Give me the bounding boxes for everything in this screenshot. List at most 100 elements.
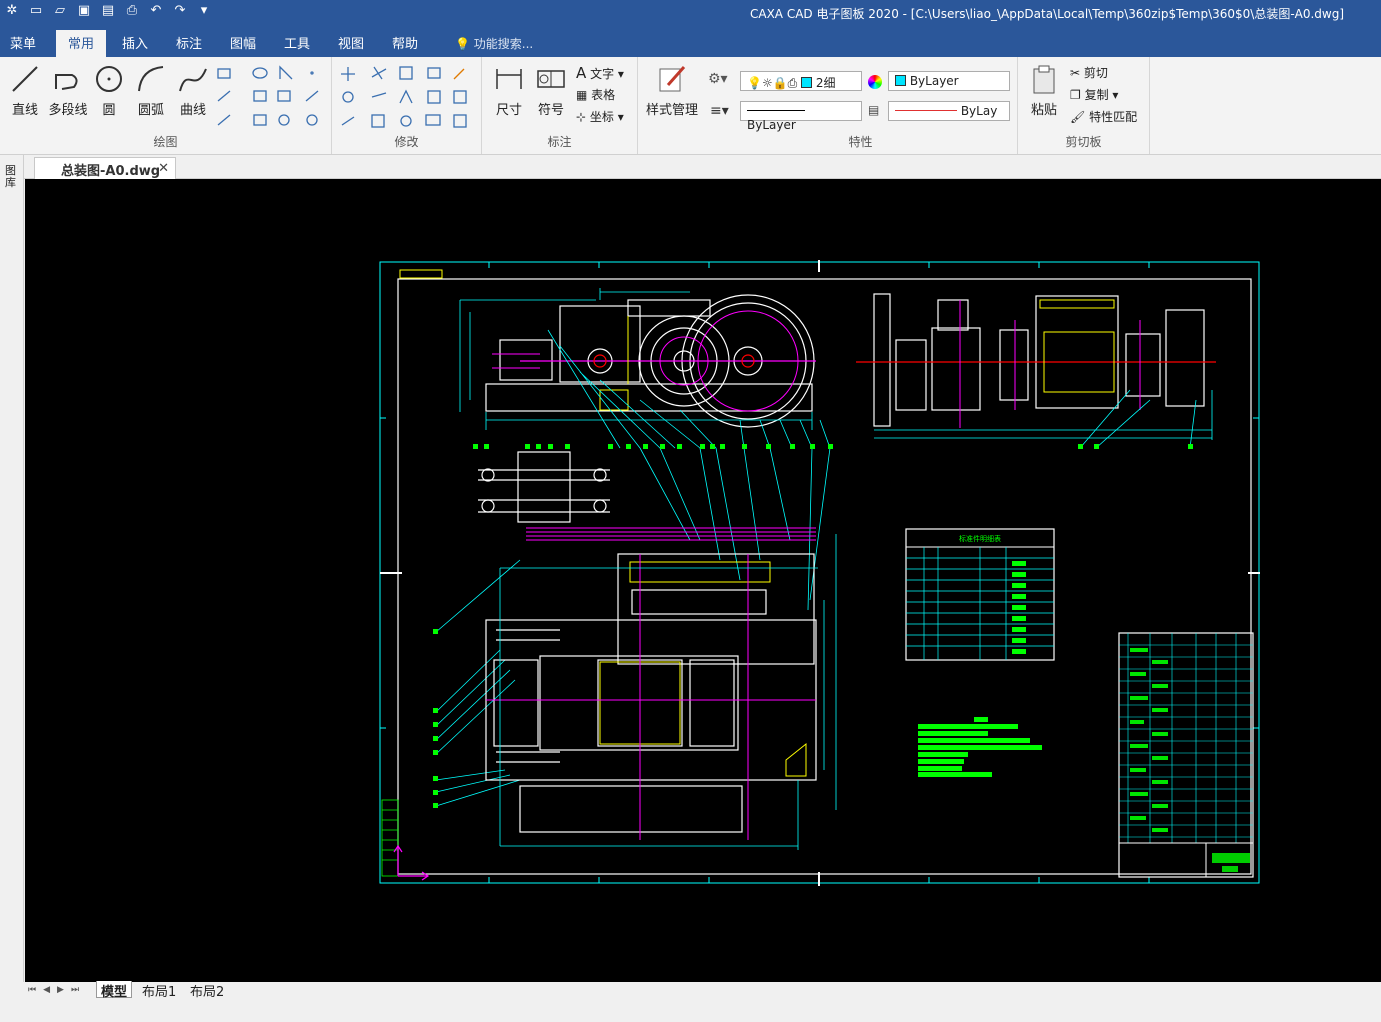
tab-tools[interactable]: 工具 xyxy=(284,33,310,52)
draw-group-label: 绘图 xyxy=(153,135,178,149)
cut-button[interactable]: ✂ 剪切 xyxy=(1070,64,1108,81)
scissors-icon: ✂ xyxy=(1070,66,1081,80)
linetype-select[interactable]: ByLayer xyxy=(740,101,862,132)
dimension-icon xyxy=(496,69,522,89)
text-button[interactable]: A 文字 ▾ xyxy=(576,64,624,82)
curve-label: 曲线 xyxy=(179,103,206,118)
tab-insert[interactable]: 插入 xyxy=(122,33,148,52)
plan-view-dimensions xyxy=(499,534,837,850)
symbol-label: 符号 xyxy=(537,103,564,118)
modify-tools-grid[interactable] xyxy=(338,63,478,131)
polyline-label: 多段线 xyxy=(48,103,88,118)
curve-button[interactable]: 曲线 xyxy=(176,63,210,118)
match-properties-button[interactable]: 🖌 特性匹配 xyxy=(1070,108,1137,125)
line-button[interactable]: 直线 xyxy=(8,63,42,118)
linetype-value: ByLayer xyxy=(747,118,796,132)
coordinate-icon: ⊹ xyxy=(576,110,587,124)
dimension-label: 尺寸 xyxy=(495,103,522,118)
layer-manager-icon[interactable]: ≡▾ xyxy=(710,103,729,119)
table-label: 表格 xyxy=(591,88,616,102)
paste-button[interactable]: 粘贴 xyxy=(1026,63,1062,118)
properties-group-label: 特性 xyxy=(848,135,873,149)
parts-table-title: 标准件明细表 xyxy=(959,534,1001,543)
color-value: ByLayer xyxy=(909,74,959,88)
table-button[interactable]: ▦ 表格 xyxy=(576,86,615,103)
detail-view xyxy=(478,451,610,523)
layer-states-icon[interactable]: ⚙▾ xyxy=(708,71,728,87)
arc-label: 圆弧 xyxy=(137,103,164,118)
ribbon: 直线 多段线 圆 圆弧 曲线 绘图 修改 尺寸 符号 A 文字 ▾ ▦ 表格 ⊹… xyxy=(0,57,1381,155)
lineweight-select[interactable]: ByLay xyxy=(888,101,1010,121)
table-icon: ▦ xyxy=(576,88,588,102)
tab-help[interactable]: 帮助 xyxy=(392,33,418,52)
modify-group-label: 修改 xyxy=(394,135,419,149)
window-title: CAXA CAD 电子图板 2020 - [C:\Users\liao_\App… xyxy=(750,7,1345,21)
copy-button[interactable]: ❐ 复制 ▾ xyxy=(1070,86,1118,103)
quick-access-toolbar: ✲ ▭ ▱ ▣ ▤ ⎙ ↶ ↷ ▾ xyxy=(4,3,212,19)
lightbulb-icon: 💡 xyxy=(455,37,474,51)
style-brush-icon xyxy=(659,66,686,92)
red-line-sample xyxy=(895,110,957,111)
lineweight-value: ByLay xyxy=(960,104,998,118)
tab-sheet[interactable]: 图幅 xyxy=(230,33,256,52)
tab-annotate[interactable]: 标注 xyxy=(176,33,202,52)
menu-bar: 菜单 常用 插入 标注 图幅 工具 视图 帮助 💡 功能搜索... xyxy=(0,26,1381,57)
save-as-icon[interactable]: ▤ xyxy=(100,3,116,19)
document-tab[interactable]: 总装图-A0.dwg ✕ xyxy=(34,157,176,179)
frame-ticks xyxy=(380,262,1259,883)
customize-icon[interactable]: ▾ xyxy=(196,3,212,19)
tab-common[interactable]: 常用 xyxy=(56,30,107,57)
lineweight-icon[interactable]: ▤ xyxy=(868,103,879,117)
new-file-icon[interactable]: ▭ xyxy=(28,3,44,19)
feature-search[interactable]: 💡 功能搜索... xyxy=(455,35,533,52)
layer-color-swatch xyxy=(801,77,813,88)
clipboard-group: 粘贴 ✂ 剪切 ❐ 复制 ▾ 🖌 特性匹配 剪切板 xyxy=(1018,57,1150,154)
text-label: 文字 xyxy=(590,67,615,81)
tab-view[interactable]: 视图 xyxy=(338,33,364,52)
cad-drawing[interactable]: 标准件明细表 xyxy=(25,179,1381,982)
circle-label: 圆 xyxy=(102,103,116,118)
annotate-group: 尺寸 符号 A 文字 ▾ ▦ 表格 ⊹ 坐标 ▾ 标注 xyxy=(482,57,638,154)
redo-icon[interactable]: ↷ xyxy=(172,3,188,19)
modify-group: 修改 xyxy=(332,57,482,154)
cut-label: 剪切 xyxy=(1083,66,1108,80)
tab-layout-1[interactable]: 布局1 xyxy=(138,981,180,1000)
front-view-dimensions xyxy=(459,288,813,430)
copy-icon: ❐ xyxy=(1070,88,1081,102)
copy-label: 复制 xyxy=(1084,88,1109,102)
arc-button[interactable]: 圆弧 xyxy=(134,63,168,118)
color-select[interactable]: ByLayer xyxy=(888,71,1010,91)
symbol-button[interactable]: 符号 xyxy=(534,63,568,118)
layer-status-icons: 💡☼🔒⎙ xyxy=(747,76,798,90)
polyline-button[interactable]: 多段线 xyxy=(46,63,90,118)
close-tab-icon[interactable]: ✕ xyxy=(158,161,169,176)
sheet-code-box xyxy=(399,269,443,279)
circle-button[interactable]: 圆 xyxy=(92,63,126,118)
arc-icon xyxy=(138,66,164,92)
tab-layout-2[interactable]: 布局2 xyxy=(186,981,228,1000)
save-icon[interactable]: ▣ xyxy=(76,3,92,19)
draw-group: 直线 多段线 圆 圆弧 曲线 绘图 xyxy=(0,57,332,154)
dimension-button[interactable]: 尺寸 xyxy=(492,63,526,118)
open-folder-icon[interactable]: ▱ xyxy=(52,3,68,19)
side-view xyxy=(856,293,1216,427)
app-logo-icon[interactable]: ✲ xyxy=(4,3,20,19)
coordinate-button[interactable]: ⊹ 坐标 ▾ xyxy=(576,108,624,125)
drawing-canvas[interactable]: 标准件明细表 xyxy=(25,179,1381,982)
draw-tools-grid[interactable] xyxy=(214,63,326,131)
document-tab-label: 总装图-A0.dwg xyxy=(61,164,161,179)
menu-main[interactable]: 菜单 xyxy=(10,33,36,52)
layout-nav-arrows[interactable]: ⏮◀▶⏭ xyxy=(28,985,86,995)
tab-model[interactable]: 模型 xyxy=(96,981,133,1000)
text-icon: A xyxy=(576,64,587,82)
color-wheel-icon[interactable] xyxy=(868,75,882,89)
standard-parts-table: 标准件明细表 xyxy=(905,528,1055,661)
print-icon[interactable]: ⎙ xyxy=(124,3,140,19)
properties-group: ⚙▾ ≡▾ 💡☼🔒⎙ 2细 ByLayer ByLayer ▤ ByLay 特性 xyxy=(704,57,1018,154)
style-manager-button[interactable]: 样式管理 xyxy=(644,63,700,118)
ucs-axis-icon xyxy=(393,844,430,881)
undo-icon[interactable]: ↶ xyxy=(148,3,164,19)
library-side-panel[interactable]: 图库 xyxy=(0,155,24,982)
match-brush-icon: 🖌 xyxy=(1070,110,1086,124)
layer-select[interactable]: 💡☼🔒⎙ 2细 xyxy=(740,71,862,91)
